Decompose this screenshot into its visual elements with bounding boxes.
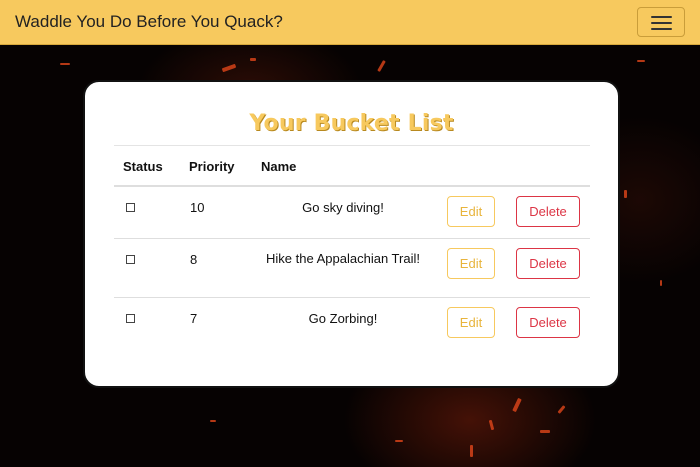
delete-button[interactable]: Delete: [516, 307, 580, 338]
spark: [250, 58, 256, 61]
spark: [470, 445, 473, 457]
name-cell: Go Zorbing!: [308, 311, 378, 326]
name-cell: Go sky diving!: [302, 200, 384, 215]
bucket-list-card: Your Bucket List Status Priority Name 10…: [83, 80, 620, 388]
spark: [221, 63, 237, 73]
column-header-priority: Priority: [189, 159, 235, 174]
status-checkbox[interactable]: [126, 255, 135, 264]
navbar-brand[interactable]: Waddle You Do Before You Quack?: [15, 12, 283, 32]
navbar: Waddle You Do Before You Quack?: [0, 0, 700, 45]
spark: [395, 440, 403, 442]
edit-button[interactable]: Edit: [447, 196, 495, 227]
spark: [60, 63, 70, 65]
title-divider: [114, 145, 590, 146]
spark: [624, 190, 627, 198]
priority-cell: 10: [190, 200, 205, 215]
spark: [637, 60, 645, 62]
row-divider: [114, 297, 590, 298]
header-divider: [114, 185, 590, 187]
spark: [512, 397, 522, 413]
spark: [488, 419, 495, 431]
spark: [540, 430, 550, 433]
spark: [377, 60, 386, 72]
spark: [557, 405, 566, 414]
edit-button[interactable]: Edit: [447, 248, 495, 279]
name-cell: Hike the Appalachian Trail!: [266, 251, 420, 266]
edit-button[interactable]: Edit: [447, 307, 495, 338]
column-header-status: Status: [123, 159, 163, 174]
priority-cell: 7: [190, 311, 198, 326]
status-checkbox[interactable]: [126, 314, 135, 323]
delete-button[interactable]: Delete: [516, 196, 580, 227]
delete-button[interactable]: Delete: [516, 248, 580, 279]
column-header-name: Name: [261, 159, 297, 174]
priority-cell: 8: [190, 252, 198, 267]
status-checkbox[interactable]: [126, 203, 135, 212]
spark: [210, 420, 216, 422]
card-title: Your Bucket List: [249, 111, 454, 136]
navbar-toggle-button[interactable]: [637, 7, 685, 37]
row-divider: [114, 238, 590, 239]
spark: [660, 280, 662, 286]
